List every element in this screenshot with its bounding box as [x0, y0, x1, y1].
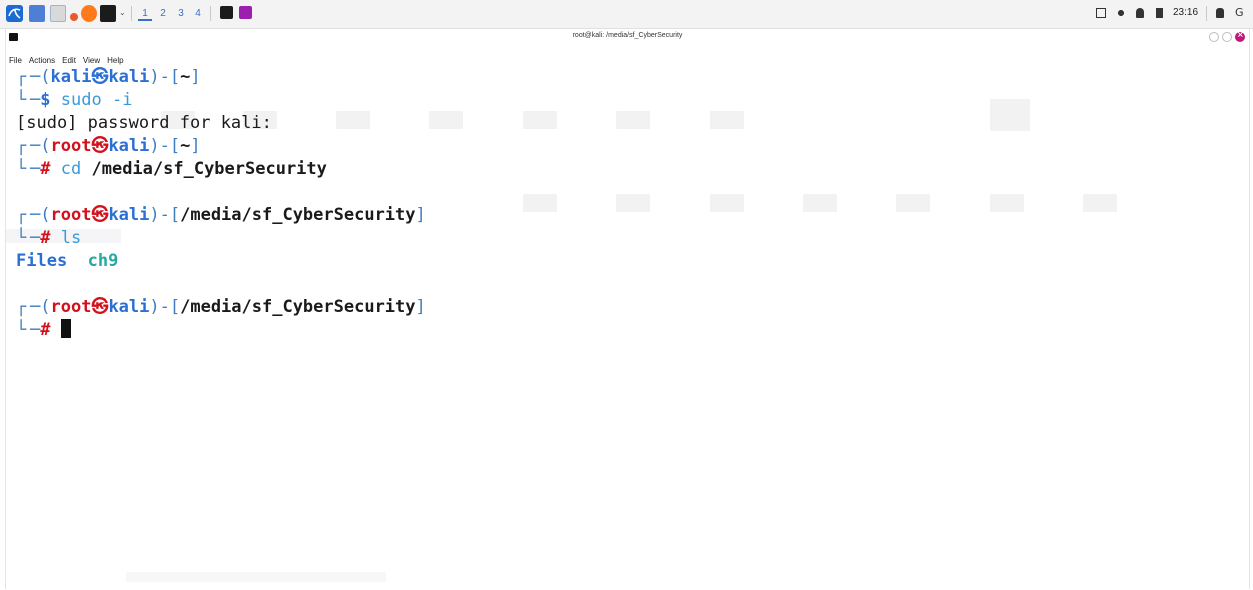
kali-menu-icon[interactable]	[6, 5, 23, 22]
task-terminal-icon[interactable]	[220, 6, 233, 19]
record-launcher-icon[interactable]	[70, 13, 78, 21]
command-arg: /media/sf_CyberSecurity	[91, 159, 327, 179]
background-thumbnail	[990, 99, 1030, 131]
prompt-host: kali	[108, 297, 150, 317]
workspace-2[interactable]: 2	[156, 7, 170, 21]
command-text: cd	[60, 159, 82, 179]
lock-icon[interactable]	[1216, 8, 1224, 18]
task-app-icon[interactable]	[239, 6, 252, 19]
prompt-user: root	[50, 297, 92, 317]
prompt-path: /media/sf_CyberSecurity	[180, 205, 416, 225]
background-thumbnail	[896, 194, 930, 212]
workspace-1[interactable]: 1	[138, 7, 152, 21]
prompt-host: kali	[108, 205, 150, 225]
prompt-symbol: #	[40, 228, 51, 248]
panel-separator	[1206, 6, 1207, 21]
window-title: root@kali: /media/sf_CyberSecurity	[572, 32, 683, 39]
prompt-host: kali	[108, 136, 150, 156]
prompt-line: ┌ ─(root㉿kali)-[/media/sf_CyberSecurity]	[16, 205, 426, 225]
menu-file[interactable]: File	[9, 56, 22, 65]
background-thumbnail	[429, 111, 463, 129]
command-line[interactable]: └ ─#	[16, 319, 71, 342]
terminal-window: root@kali: /media/sf_CyberSecurity × Fil…	[5, 29, 1250, 589]
directory-entry: Files	[16, 251, 68, 271]
background-thumbnail	[710, 194, 744, 212]
volume-icon[interactable]	[1116, 8, 1126, 18]
menu-bar: File Actions Edit View Help	[6, 48, 128, 65]
prompt-at-symbol: ㉿	[91, 136, 109, 156]
menu-view[interactable]: View	[83, 56, 100, 65]
prompt-line: ┌ ─(kali㉿kali)-[~]	[16, 67, 201, 87]
background-thumbnail	[616, 194, 650, 212]
prompt-symbol: #	[40, 159, 51, 179]
command-arg: -i	[111, 90, 133, 110]
clock[interactable]: 23:16	[1173, 7, 1198, 18]
background-thumbnail	[803, 194, 837, 212]
prompt-host: kali	[108, 67, 150, 87]
command-line: └ ─# ls	[16, 228, 82, 248]
prompt-line: ┌ ─(root㉿kali)-[/media/sf_CyberSecurity]	[16, 297, 426, 317]
panel-separator	[131, 6, 132, 21]
background-thumbnail	[523, 194, 557, 212]
prompt-path: ~	[180, 136, 191, 156]
top-panel: ⌄ 1 2 3 4 23:16 G	[0, 0, 1253, 29]
chevron-down-icon[interactable]: ⌄	[119, 9, 127, 17]
file-manager-launcher-icon[interactable]	[29, 5, 45, 22]
terminal-launcher-icon[interactable]	[100, 5, 116, 22]
prompt-path: ~	[180, 67, 191, 87]
prompt-user: root	[50, 205, 92, 225]
close-button[interactable]: ×	[1235, 30, 1245, 42]
command-line: └ ─$ sudo -i	[16, 90, 133, 110]
prompt-frame: ┌	[16, 67, 27, 87]
menu-help[interactable]: Help	[107, 56, 123, 65]
close-icon: ×	[1237, 30, 1244, 39]
firefox-launcher-icon[interactable]	[81, 5, 97, 22]
prompt-user: root	[50, 136, 92, 156]
minimize-button[interactable]	[1209, 32, 1219, 42]
command-text: sudo	[60, 90, 102, 110]
background-thumbnail	[1083, 194, 1117, 212]
prompt-at-symbol: ㉿	[91, 205, 109, 225]
output-line: [sudo] password for kali:	[16, 113, 272, 133]
background-thumbnail	[523, 111, 557, 129]
display-icon[interactable]	[1096, 8, 1106, 18]
prompt-line: ┌ ─(root㉿kali)-[~]	[16, 136, 201, 156]
menu-edit[interactable]: Edit	[62, 56, 76, 65]
prompt-at-symbol: ㉿	[91, 67, 109, 87]
window-titlebar[interactable]: root@kali: /media/sf_CyberSecurity ×	[6, 29, 1249, 47]
prompt-path: /media/sf_CyberSecurity	[180, 297, 416, 317]
background-thumbnail	[990, 194, 1024, 212]
notification-bell-icon[interactable]	[1136, 8, 1144, 18]
text-editor-launcher-icon[interactable]	[50, 5, 66, 22]
power-icon[interactable]: G	[1235, 6, 1247, 20]
prompt-user: kali	[50, 67, 92, 87]
prompt-at-symbol: ㉿	[91, 297, 109, 317]
ls-output-line: Files ch9	[16, 250, 118, 273]
maximize-button[interactable]	[1222, 32, 1232, 42]
prompt-symbol: $	[40, 90, 51, 110]
background-statusbar	[126, 572, 386, 582]
background-thumbnail	[616, 111, 650, 129]
background-thumbnail	[710, 111, 744, 129]
menu-actions[interactable]: Actions	[29, 56, 55, 65]
battery-icon[interactable]	[1156, 8, 1163, 18]
directory-entry: ch9	[87, 251, 119, 271]
terminal-cursor[interactable]	[60, 319, 71, 338]
workspace-4[interactable]: 4	[191, 7, 205, 21]
background-thumbnail	[336, 111, 370, 129]
command-line: └ ─# cd /media/sf_CyberSecurity	[16, 159, 327, 179]
prompt-symbol: #	[40, 320, 51, 340]
command-text: ls	[60, 228, 82, 248]
panel-separator	[210, 6, 211, 21]
workspace-3[interactable]: 3	[174, 7, 188, 21]
